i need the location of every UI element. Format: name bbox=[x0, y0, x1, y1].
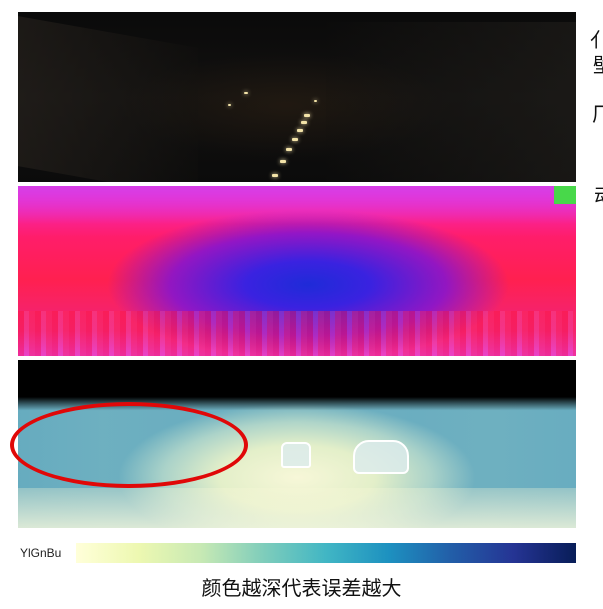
car-far bbox=[353, 440, 409, 474]
road-light bbox=[297, 129, 303, 132]
distant-light bbox=[314, 100, 317, 102]
top-band bbox=[18, 186, 576, 224]
bottom-noise bbox=[18, 311, 576, 356]
road-light bbox=[280, 160, 286, 163]
green-corner bbox=[554, 186, 576, 204]
bottom-fade bbox=[18, 488, 576, 528]
colorbar bbox=[76, 543, 576, 563]
road-light bbox=[272, 174, 278, 177]
highlight-ellipse bbox=[10, 402, 248, 488]
road-light bbox=[286, 148, 292, 151]
side-text-fragment: 亻 bbox=[590, 28, 603, 52]
distant-light bbox=[228, 104, 231, 106]
road-scene bbox=[18, 12, 576, 182]
road-light bbox=[301, 121, 307, 124]
colorbar-label: YlGnBu bbox=[20, 546, 62, 560]
right-wall bbox=[326, 22, 576, 182]
flow-error-map bbox=[18, 186, 576, 356]
side-text-fragment: 厂 bbox=[592, 102, 603, 126]
error-map-image bbox=[18, 186, 576, 356]
side-text-fragment: 壁 bbox=[593, 55, 603, 75]
road-light bbox=[304, 114, 310, 117]
night-road-image bbox=[18, 12, 576, 182]
car-near bbox=[281, 442, 311, 468]
left-wall bbox=[18, 16, 198, 182]
side-text-fragment: 动 bbox=[594, 186, 603, 206]
figure-page: 亻 壁 厂 动 YlGnBu 颜色越深代表误差越大 bbox=[0, 0, 603, 609]
figure-caption: 颜色越深代表误差越大 bbox=[201, 576, 402, 600]
road-light bbox=[292, 138, 298, 141]
distant-light bbox=[244, 92, 248, 94]
